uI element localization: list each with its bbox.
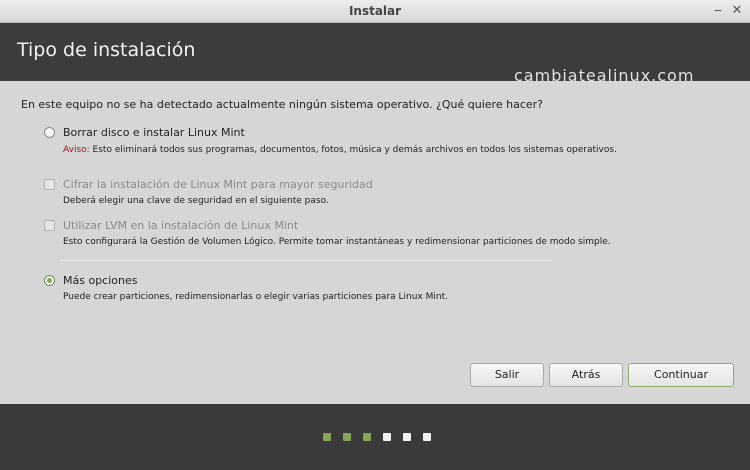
more-options-label[interactable]: Más opciones xyxy=(63,274,137,287)
progress-dot xyxy=(343,433,351,441)
progress-dots xyxy=(323,433,443,441)
close-icon[interactable]: ✕ xyxy=(728,2,746,20)
encrypt-label[interactable]: Cifrar la instalación de Linux Mint para… xyxy=(63,178,373,191)
encrypt-checkbox[interactable] xyxy=(44,179,55,190)
continue-button[interactable]: Continuar xyxy=(628,363,734,387)
erase-disk-description: Aviso: Esto eliminará todos sus programa… xyxy=(63,145,617,155)
progress-dot xyxy=(423,433,431,441)
progress-dot xyxy=(363,433,371,441)
minimize-icon[interactable]: ‒ xyxy=(709,2,727,20)
more-options-radio[interactable] xyxy=(44,275,55,286)
progress-dot xyxy=(323,433,331,441)
question-text: En este equipo no se ha detectado actual… xyxy=(21,98,543,111)
window-titlebar[interactable]: Instalar ‒ ✕ xyxy=(0,0,750,23)
erase-disk-warning-text: Esto eliminará todos sus programas, docu… xyxy=(89,145,617,155)
lvm-label[interactable]: Utilizar LVM en la instalación de Linux … xyxy=(63,219,298,232)
lvm-checkbox[interactable] xyxy=(44,220,55,231)
window-title: Instalar xyxy=(348,4,402,18)
more-options-description: Puede crear particiones, redimensionarla… xyxy=(63,292,448,302)
progress-footer xyxy=(0,404,750,470)
lvm-description: Esto configurará la Gestión de Volumen L… xyxy=(63,237,611,247)
warning-prefix: Aviso: xyxy=(63,145,90,155)
page-title: Tipo de instalación xyxy=(17,39,196,61)
erase-disk-label[interactable]: Borrar disco e instalar Linux Mint xyxy=(63,126,245,139)
encrypt-description: Deberá elegir una clave de seguridad en … xyxy=(63,196,329,206)
progress-dot xyxy=(383,433,391,441)
quit-button[interactable]: Salir xyxy=(470,363,544,387)
divider xyxy=(60,260,552,261)
erase-disk-radio[interactable] xyxy=(44,127,55,138)
back-button[interactable]: Atrás xyxy=(549,363,623,387)
main-content: En este equipo no se ha detectado actual… xyxy=(0,81,750,404)
progress-dot xyxy=(403,433,411,441)
